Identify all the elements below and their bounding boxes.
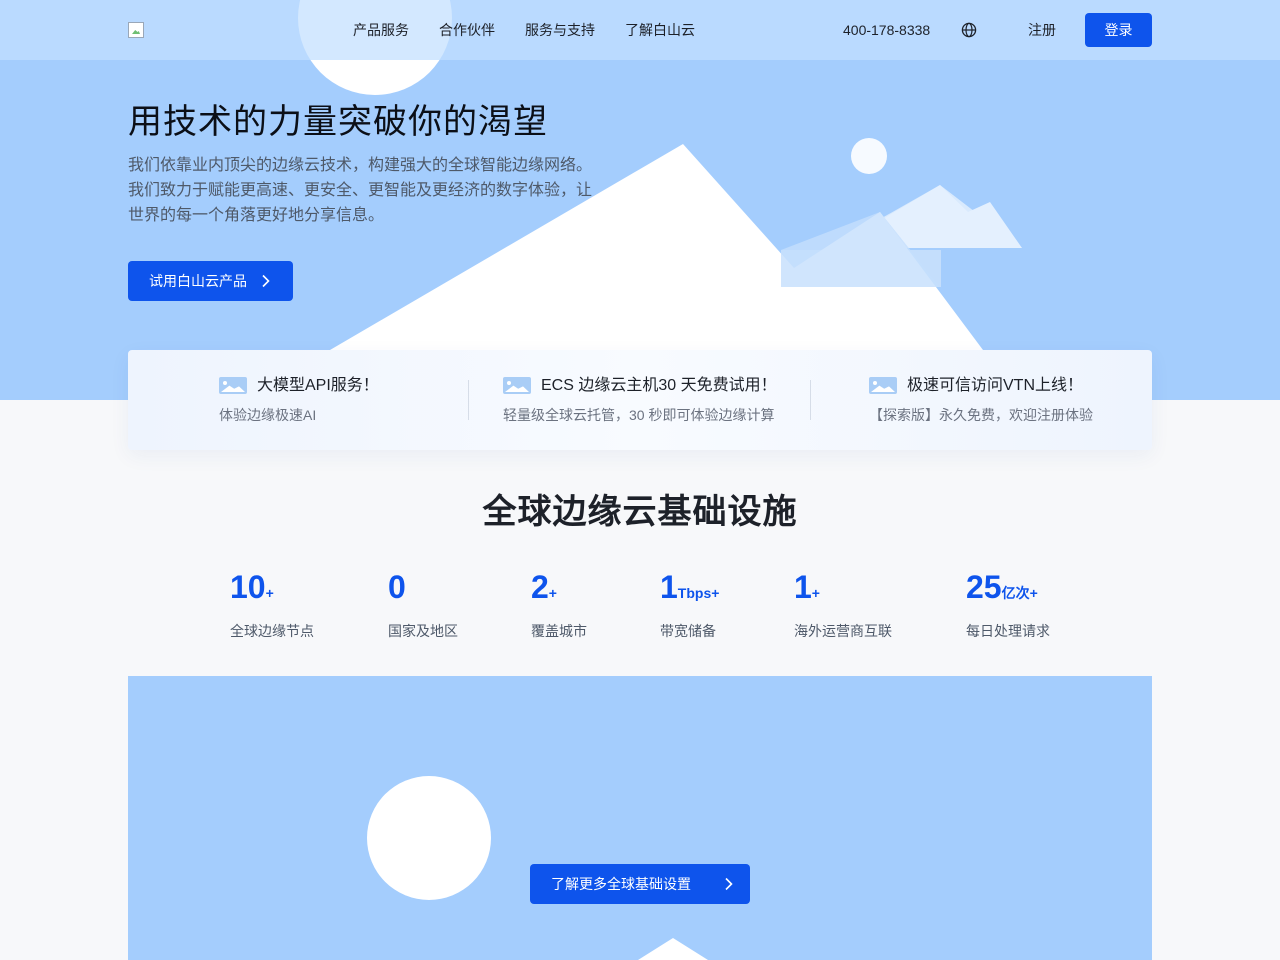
- stat-nodes: 10+ 全球边缘节点: [230, 568, 314, 640]
- learn-more-label: 了解更多全球基础设置: [551, 876, 691, 892]
- stat-bandwidth: 1Tbps+ 带宽储备: [660, 568, 719, 640]
- stat-unit: Tbps+: [677, 585, 720, 601]
- stat-unit: +: [811, 585, 820, 601]
- hero-title: 用技术的力量突破你的渴望: [128, 103, 548, 141]
- nav-item-about[interactable]: 了解白山云: [625, 20, 695, 40]
- chevron-right-icon: [725, 877, 733, 891]
- globe-icon[interactable]: [961, 22, 977, 38]
- try-products-label: 试用白山云产品: [149, 273, 247, 289]
- infrastructure-banner: 了解更多全球基础设置: [128, 676, 1152, 960]
- stat-carriers: 1+ 海外运营商互联: [794, 568, 892, 640]
- stat-requests: 25亿次+ 每日处理请求: [966, 568, 1050, 640]
- stat-value: 2: [531, 569, 549, 605]
- announcement-subtitle: 体验边缘极速AI: [219, 407, 317, 423]
- infrastructure-illustration: [367, 776, 708, 960]
- stat-cities: 2+ 覆盖城市: [531, 568, 587, 640]
- stat-unit: +: [265, 585, 274, 601]
- stat-value: 1: [660, 569, 678, 605]
- stat-unit: +: [548, 585, 557, 601]
- stat-countries: 0 国家及地区: [388, 568, 458, 640]
- announcement-divider: [810, 380, 811, 420]
- stat-label: 每日处理请求: [966, 623, 1050, 639]
- image-placeholder-icon: [503, 377, 531, 394]
- top-navbar: 产品服务 合作伙伴 服务与支持 了解白山云 400-178-8338 注册 登录: [0, 0, 1280, 60]
- image-placeholder-icon: [869, 377, 897, 394]
- try-products-button[interactable]: 试用白山云产品: [128, 261, 293, 301]
- announcement-bar: 大模型API服务！ 体验边缘极速AI ECS 边缘云主机30 天免费试用！ 轻量…: [128, 350, 1152, 450]
- image-placeholder-icon: [219, 377, 247, 394]
- stat-label: 海外运营商互联: [794, 623, 892, 639]
- announcement-title[interactable]: 极速可信访问VTN上线！: [907, 376, 1083, 396]
- nav-item-products[interactable]: 产品服务: [353, 20, 409, 40]
- announcement-subtitle: 【探索版】永久免费，欢迎注册体验: [869, 407, 1093, 423]
- hero-moon-circle: [851, 138, 887, 174]
- announcement-title[interactable]: 大模型API服务！: [257, 376, 379, 396]
- infra-circle: [367, 776, 491, 900]
- hero-description: 我们依靠业内顶尖的边缘云技术，构建强大的全球智能边缘网络。我们致力于赋能更高速、…: [128, 157, 593, 224]
- stat-label: 带宽储备: [660, 623, 716, 639]
- stat-value: 25: [966, 569, 1002, 605]
- chevron-right-icon: [262, 274, 270, 288]
- stat-label: 覆盖城市: [531, 623, 587, 639]
- stat-label: 全球边缘节点: [230, 623, 314, 639]
- stat-value: 1: [794, 569, 812, 605]
- nav-menu: 产品服务 合作伙伴 服务与支持 了解白山云: [353, 20, 695, 40]
- announcement-divider: [468, 380, 469, 420]
- stat-label: 国家及地区: [388, 623, 458, 639]
- infra-mountain-peak: [638, 938, 708, 960]
- announcement-subtitle: 轻量级全球云托管，30 秒即可体验边缘计算: [503, 407, 775, 423]
- register-link[interactable]: 注册: [1028, 20, 1056, 40]
- stat-unit: 亿次+: [1001, 585, 1038, 601]
- announcement-title[interactable]: ECS 边缘云主机30 天免费试用！: [541, 376, 777, 396]
- contact-phone: 400-178-8338: [843, 22, 931, 38]
- stat-value: 0: [388, 569, 406, 605]
- infrastructure-title: 全球边缘云基础设施: [482, 493, 798, 531]
- login-button[interactable]: 登录: [1085, 13, 1152, 47]
- brand-logo[interactable]: [128, 22, 144, 38]
- nav-item-partners[interactable]: 合作伙伴: [439, 20, 495, 40]
- nav-item-support[interactable]: 服务与支持: [525, 20, 595, 40]
- stat-value: 10: [230, 569, 266, 605]
- learn-more-infrastructure-button[interactable]: 了解更多全球基础设置: [530, 864, 750, 904]
